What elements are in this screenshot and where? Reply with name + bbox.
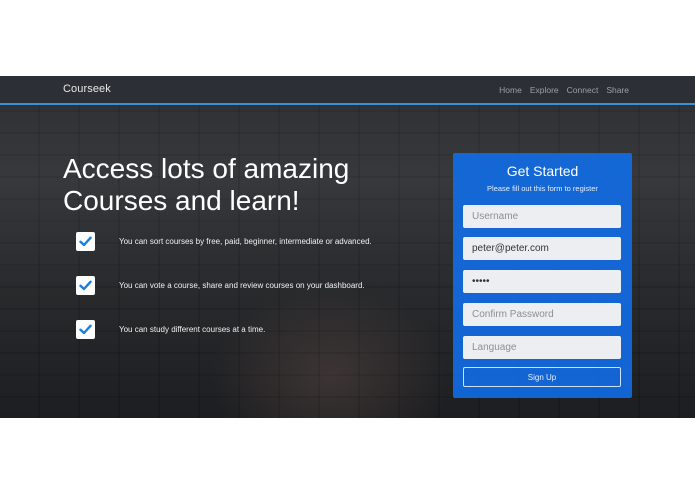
nav-explore-link[interactable]: Explore bbox=[530, 85, 559, 95]
username-input[interactable] bbox=[463, 205, 621, 228]
sign-up-button[interactable]: Sign Up bbox=[463, 367, 621, 387]
headline-line-1: Access lots of amazing bbox=[63, 153, 350, 184]
feature-item: You can study different courses at a tim… bbox=[76, 320, 456, 340]
brand-logo-link[interactable]: Courseek bbox=[63, 83, 111, 95]
feature-text: You can sort courses by free, paid, begi… bbox=[119, 237, 372, 246]
form-title: Get Started bbox=[506, 163, 579, 179]
nav-home-link[interactable]: Home bbox=[499, 85, 522, 95]
registration-form: Get Started Please fill out this form to… bbox=[453, 153, 632, 398]
top-navbar: Courseek Home Explore Connect Share bbox=[0, 76, 695, 105]
checkbox-checked-icon bbox=[76, 276, 95, 295]
feature-item: You can vote a course, share and review … bbox=[76, 276, 456, 296]
password-input[interactable] bbox=[463, 270, 621, 293]
feature-text: You can study different courses at a tim… bbox=[119, 325, 266, 334]
hero-headline: Access lots of amazing Courses and learn… bbox=[63, 153, 393, 217]
feature-text: You can vote a course, share and review … bbox=[119, 281, 365, 290]
nav-links: Home Explore Connect Share bbox=[499, 85, 629, 95]
confirm-password-input[interactable] bbox=[463, 303, 621, 326]
feature-item: You can sort courses by free, paid, begi… bbox=[76, 232, 456, 252]
form-subtitle: Please fill out this form to register bbox=[487, 184, 598, 193]
nav-share-link[interactable]: Share bbox=[606, 85, 629, 95]
language-input[interactable] bbox=[463, 336, 621, 359]
email-input[interactable] bbox=[463, 237, 621, 260]
checkbox-checked-icon bbox=[76, 232, 95, 251]
checkbox-checked-icon bbox=[76, 320, 95, 339]
nav-connect-link[interactable]: Connect bbox=[567, 85, 599, 95]
headline-line-2: Courses and learn! bbox=[63, 185, 300, 216]
